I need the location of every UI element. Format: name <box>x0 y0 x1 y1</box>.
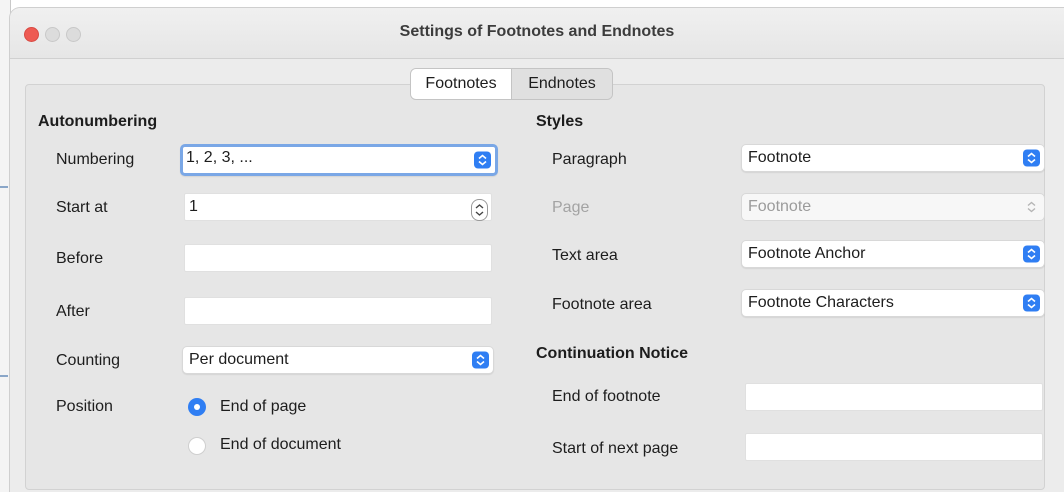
paragraph-style-select[interactable]: Footnote <box>741 144 1045 172</box>
numbering-label: Numbering <box>56 151 135 168</box>
chevron-updown-icon <box>1023 245 1040 263</box>
text-area-label: Text area <box>552 247 618 264</box>
tab-footnotes[interactable]: Footnotes <box>411 69 511 99</box>
tab-endnotes[interactable]: Endnotes <box>511 69 612 99</box>
chevron-updown-icon <box>1023 199 1040 216</box>
start-at-field[interactable]: 1 <box>184 193 492 221</box>
start-of-next-page-field[interactable] <box>745 433 1043 461</box>
radio-end-of-document[interactable] <box>188 437 206 455</box>
numbering-select[interactable]: 1, 2, 3, ... <box>180 144 498 176</box>
autonumbering-heading: Autonumbering <box>38 113 158 130</box>
chevron-updown-icon <box>472 351 489 369</box>
tab-bar: Footnotes Endnotes <box>410 68 613 100</box>
paragraph-style-value: Footnote <box>748 149 812 166</box>
start-at-value: 1 <box>189 198 198 215</box>
end-of-footnote-field[interactable] <box>745 383 1043 411</box>
start-at-label: Start at <box>56 199 108 216</box>
chevron-updown-icon <box>1023 294 1040 312</box>
position-label: Position <box>56 398 113 415</box>
paragraph-label: Paragraph <box>552 151 627 168</box>
page-style-select: Footnote <box>741 193 1045 221</box>
counting-value: Per document <box>189 351 289 368</box>
after-field[interactable] <box>184 297 492 325</box>
settings-dialog: Settings of Footnotes and Endnotes Footn… <box>10 8 1064 492</box>
chevron-updown-icon <box>1023 149 1040 167</box>
chevron-updown-icon <box>474 151 491 169</box>
background-ruler-mark <box>0 375 8 377</box>
counting-select[interactable]: Per document <box>182 346 494 374</box>
text-area-style-select[interactable]: Footnote Anchor <box>741 240 1045 268</box>
continuation-notice-heading: Continuation Notice <box>536 345 688 362</box>
title-bar: Settings of Footnotes and Endnotes <box>10 8 1064 59</box>
end-of-footnote-label: End of footnote <box>552 388 661 405</box>
window-title: Settings of Footnotes and Endnotes <box>399 23 675 40</box>
footnote-area-style-select[interactable]: Footnote Characters <box>741 289 1045 317</box>
footnote-area-style-value: Footnote Characters <box>748 294 894 311</box>
start-at-stepper[interactable] <box>471 199 488 221</box>
counting-label: Counting <box>56 352 121 369</box>
text-area-style-value: Footnote Anchor <box>748 245 866 262</box>
end-of-page-label[interactable]: End of page <box>220 398 306 416</box>
numbering-value: 1, 2, 3, ... <box>186 149 253 166</box>
before-label: Before <box>56 250 104 267</box>
before-field[interactable] <box>184 244 492 272</box>
page-label: Page <box>552 199 590 216</box>
footnote-area-label: Footnote area <box>552 296 652 313</box>
radio-end-of-page[interactable] <box>188 398 206 416</box>
end-of-document-label[interactable]: End of document <box>220 436 341 454</box>
styles-heading: Styles <box>536 113 584 130</box>
page-style-value: Footnote <box>748 198 812 215</box>
background-ruler-mark <box>0 186 8 188</box>
start-of-next-page-label: Start of next page <box>552 440 679 457</box>
after-label: After <box>56 303 90 320</box>
